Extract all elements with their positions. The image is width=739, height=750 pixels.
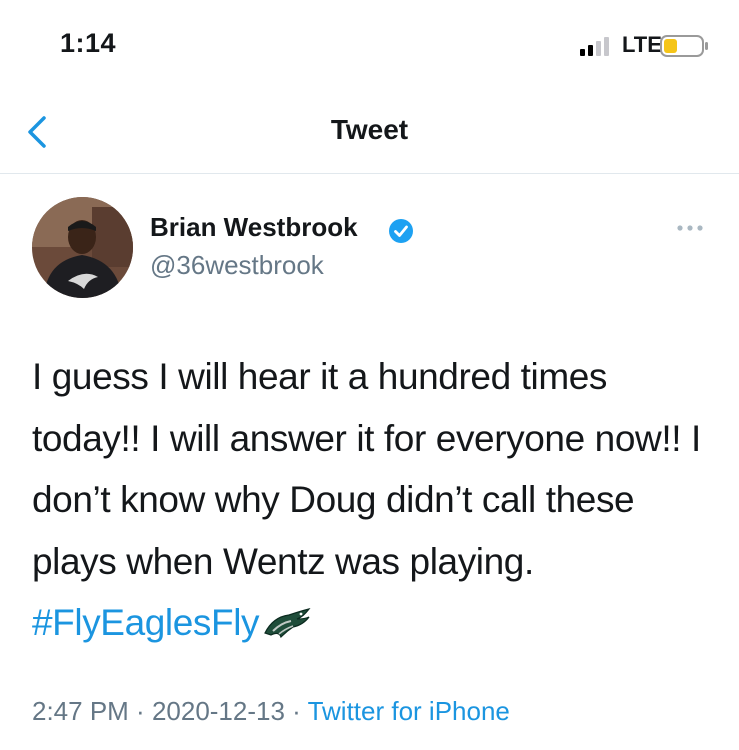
tweet-source-link[interactable]: Twitter for iPhone	[308, 696, 510, 726]
network-label: LTE	[622, 32, 662, 57]
status-time: 1:14	[60, 28, 117, 58]
author-name[interactable]: Brian Westbrook	[150, 212, 358, 243]
more-dots-icon[interactable]	[672, 216, 708, 240]
eagles-logo-icon	[264, 608, 311, 639]
tweet-time: 2:47 PM	[32, 696, 129, 726]
nav-bar: Tweet	[0, 90, 739, 174]
tweet-body: I guess I will hear it a hundred times t…	[32, 356, 701, 582]
tweet-detail: Brian Westbrook @36westbrook I guess I w…	[0, 174, 739, 750]
hashtag-link[interactable]: #FlyEaglesFly	[32, 602, 260, 643]
page-title: Tweet	[330, 114, 409, 145]
tweet-meta: 2:47 PM · 2020-12-13 · Twitter for iPhon…	[32, 696, 510, 727]
separator: ·	[128, 696, 152, 726]
battery-icon	[660, 35, 708, 57]
avatar[interactable]	[32, 197, 133, 298]
status-bar: 1:14 LTE	[0, 0, 739, 90]
separator: ·	[284, 696, 308, 726]
verified-badge-icon	[389, 219, 413, 243]
signal-icon	[580, 37, 609, 56]
tweet-text: I guess I will hear it a hundred times t…	[32, 346, 722, 654]
author-handle[interactable]: @36westbrook	[150, 250, 324, 281]
tweet-date: 2020-12-13	[151, 696, 285, 726]
